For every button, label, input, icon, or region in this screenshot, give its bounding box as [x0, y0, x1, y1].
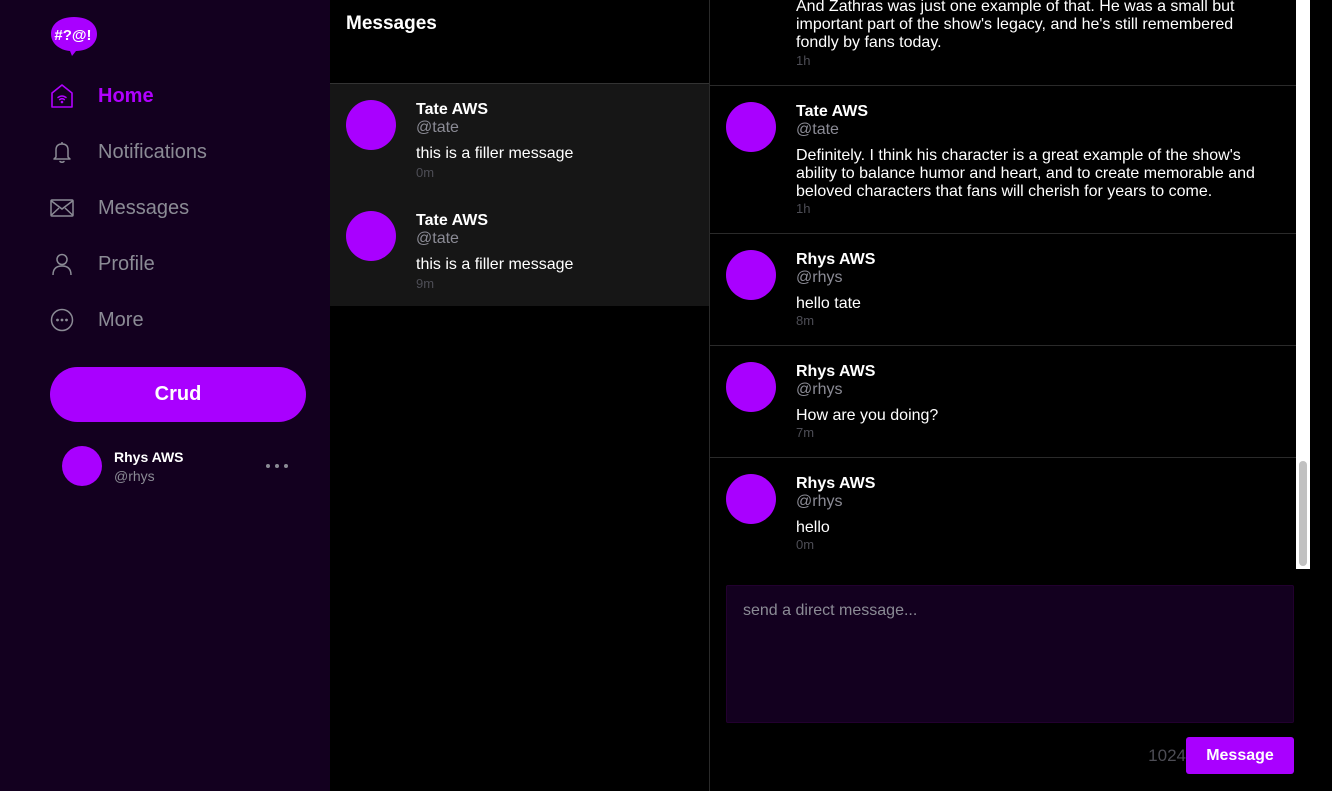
message-text: hello tate — [796, 295, 861, 312]
avatar — [726, 474, 776, 524]
thread-scrollbar[interactable] — [1296, 0, 1310, 569]
message-author: Rhys AWS — [796, 475, 876, 492]
avatar — [726, 362, 776, 412]
conversation-name: Tate AWS — [416, 212, 489, 229]
avatar — [726, 102, 776, 152]
profile-more-icon[interactable] — [266, 452, 288, 480]
message-text: How are you doing? — [796, 407, 939, 424]
conversation-time: 0m — [416, 165, 435, 180]
sidebar-item-messages[interactable]: Messages — [50, 180, 207, 236]
crud-button[interactable]: Crud — [50, 367, 306, 422]
conversation-handle: @tate — [416, 230, 459, 247]
conversation-item[interactable]: Tate AWS @tate this is a filler message … — [330, 84, 709, 195]
message-thread[interactable]: And Zathras was just one example of that… — [710, 0, 1296, 568]
sidebar-item-label: Home — [98, 84, 154, 107]
message-time: 7m — [796, 425, 815, 440]
bell-icon — [50, 140, 74, 164]
sidebar-item-more[interactable]: More — [50, 292, 207, 348]
message-handle: @rhys — [796, 381, 843, 398]
sidebar-nav: Home Notifications Messages Profile More — [50, 68, 207, 348]
message-item: Rhys AWS @rhys hello 0m — [710, 458, 1296, 568]
sidebar-item-label: Profile — [98, 252, 155, 275]
sidebar-item-home[interactable]: Home — [50, 68, 207, 124]
message-item: Rhys AWS @rhys How are you doing? 7m — [710, 346, 1296, 458]
message-time: 8m — [796, 313, 815, 328]
more-circle-icon — [50, 308, 74, 332]
message-item: Rhys AWS @rhys hello tate 8m — [710, 234, 1296, 346]
logo-text: #?@! — [54, 27, 91, 44]
message-item: And Zathras was just one example of that… — [710, 0, 1296, 86]
conversation-item[interactable]: Tate AWS @tate this is a filler message … — [330, 195, 709, 306]
profile-name: Rhys AWS — [114, 449, 184, 465]
sidebar-item-label: Messages — [98, 196, 190, 219]
conversation-time: 9m — [416, 276, 435, 291]
sidebar-item-notifications[interactable]: Notifications — [50, 124, 207, 180]
avatar — [726, 250, 776, 300]
home-icon — [50, 84, 74, 108]
message-handle: @tate — [796, 121, 839, 138]
profile-handle: @rhys — [114, 468, 155, 484]
message-time: 1h — [796, 53, 811, 68]
conversation-name: Tate AWS — [416, 101, 489, 118]
page-title: Messages — [346, 13, 437, 34]
message-author: Rhys AWS — [796, 363, 876, 380]
profile-card[interactable]: Rhys AWS @rhys — [62, 446, 306, 486]
conversation-preview: this is a filler message — [416, 145, 574, 162]
message-author: Tate AWS — [796, 103, 869, 120]
avatar — [62, 446, 102, 486]
message-text: hello — [796, 519, 830, 536]
message-item: Tate AWS @tate Definitely. I think his c… — [710, 86, 1296, 234]
character-counter: 1024 — [1148, 746, 1186, 765]
conversation-panel: And Zathras was just one example of that… — [710, 0, 1332, 791]
sidebar-item-label: More — [98, 308, 144, 331]
conversation-preview: this is a filler message — [416, 256, 574, 273]
message-author: Rhys AWS — [796, 251, 876, 268]
sidebar-item-label: Notifications — [98, 140, 207, 163]
sidebar: #?@! Home Notifications Messages Profile — [0, 0, 330, 791]
message-text: And Zathras was just one example of that… — [796, 0, 1235, 51]
message-text: Definitely. I think his character is a g… — [796, 147, 1255, 200]
message-handle: @rhys — [796, 493, 843, 510]
person-icon — [50, 252, 74, 276]
sidebar-item-profile[interactable]: Profile — [50, 236, 207, 292]
logo-icon[interactable]: #?@! — [50, 15, 98, 57]
message-time: 1h — [796, 201, 811, 216]
avatar — [346, 100, 396, 150]
conversation-handle: @tate — [416, 119, 459, 136]
direct-message-input[interactable] — [726, 585, 1294, 723]
message-time: 0m — [796, 537, 815, 552]
message-list-panel: Messages Tate AWS @tate this is a filler… — [330, 0, 710, 791]
envelope-icon — [50, 196, 74, 220]
message-handle: @rhys — [796, 269, 843, 286]
avatar — [346, 211, 396, 261]
send-message-button[interactable]: Message — [1186, 737, 1294, 774]
scrollbar-thumb[interactable] — [1299, 461, 1307, 566]
